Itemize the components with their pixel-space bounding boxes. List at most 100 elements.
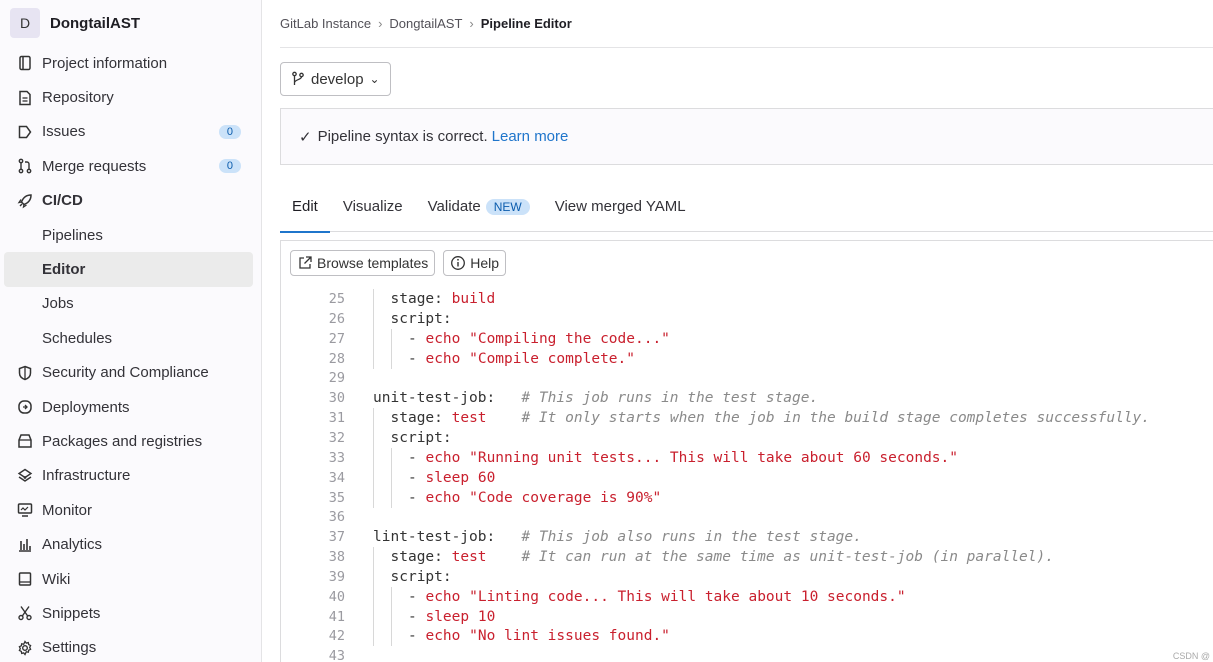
merge-request-icon [16, 157, 34, 175]
sidebar-item-merge-requests[interactable]: Merge requests 0 [0, 149, 261, 183]
line-number: 26 [328, 310, 345, 327]
code-value: echo "Compile complete." [425, 350, 635, 367]
code-key: stage: [390, 291, 452, 307]
code-key [487, 410, 522, 426]
sidebar-item-label: Issues [42, 123, 86, 141]
help-button[interactable]: Help [443, 249, 507, 276]
code-line: 29 [281, 368, 1213, 388]
sidebar-item-security[interactable]: Security and Compliance [0, 356, 261, 390]
indent-guide [373, 547, 374, 568]
learn-more-link[interactable]: Learn more [492, 128, 569, 145]
tab-edit[interactable]: Edit [280, 182, 330, 233]
line-number: 28 [328, 350, 345, 367]
sidebar-item-infrastructure[interactable]: Infrastructure [0, 459, 261, 493]
sidebar-item-label: Jobs [42, 295, 74, 313]
sidebar-item-wiki[interactable]: Wiki [0, 562, 261, 596]
code-text: - echo "Compile complete." [408, 349, 635, 369]
sidebar-item-snippets[interactable]: Snippets [0, 596, 261, 630]
line-number: 30 [328, 390, 345, 407]
code-text: stage: test # It can run at the same tim… [391, 547, 1054, 567]
line-number: 40 [328, 588, 345, 605]
sidebar-item-pipelines[interactable]: Pipelines [0, 218, 261, 252]
tab-visualize[interactable]: Visualize [343, 182, 403, 232]
sidebar-item-packages[interactable]: Packages and registries [0, 424, 261, 458]
indent-guide [390, 467, 392, 488]
code-key: - [408, 449, 426, 466]
indent-guide [390, 328, 392, 349]
sidebar-item-schedules[interactable]: Schedules [0, 321, 261, 355]
check-icon: ✓ [299, 128, 312, 146]
code-key: - [408, 588, 426, 605]
sidebar-item-monitor[interactable]: Monitor [0, 493, 261, 527]
sidebar-item-project-information[interactable]: Project information [0, 46, 261, 80]
sidebar-item-label: Packages and registries [42, 432, 203, 450]
sidebar-item-label: CI/CD [42, 192, 83, 210]
code-key: - [408, 330, 426, 347]
sidebar-item-analytics[interactable]: Analytics [0, 527, 261, 561]
sidebar-item-label: Infrastructure [42, 467, 131, 485]
breadcrumb-current[interactable]: Pipeline Editor [481, 16, 572, 31]
code-value: echo "Running unit tests... This will ta… [425, 449, 958, 466]
code-key: script: [390, 429, 452, 446]
deployments-icon [16, 398, 34, 416]
sidebar: D DongtailAST Project information Reposi… [0, 0, 262, 662]
indent-guide [390, 447, 392, 468]
chevron-right-icon: › [378, 16, 383, 31]
browse-templates-button[interactable]: Browse templates [290, 249, 436, 276]
line-number: 38 [328, 549, 345, 566]
status-text: Pipeline syntax is correct. [317, 128, 488, 145]
merge-requests-count-badge: 0 [218, 159, 241, 174]
sidebar-nav: Project information Repository Issues 0 … [0, 46, 261, 662]
code-line: 27 - echo "Compiling the code..." [281, 328, 1213, 349]
sidebar-item-jobs[interactable]: Jobs [0, 287, 261, 321]
branch-selector[interactable]: develop ⌄ [280, 62, 391, 96]
line-number: 33 [328, 449, 345, 466]
project-avatar[interactable]: D [10, 8, 40, 38]
project-header[interactable]: D DongtailAST [0, 0, 261, 46]
code-line: 31 stage: test # It only starts when the … [281, 408, 1213, 429]
indent-guide [373, 308, 374, 329]
indent-guide [373, 487, 374, 508]
sidebar-item-settings[interactable]: Settings [0, 631, 261, 662]
code-text: - sleep 10 [408, 607, 495, 627]
indent-guide [373, 626, 374, 647]
editor-toolbar: Browse templates Help [280, 240, 1213, 284]
sidebar-item-label: Schedules [42, 329, 113, 347]
code-text: - echo "Running unit tests... This will … [408, 448, 958, 468]
chevron-right-icon: › [469, 16, 474, 31]
breadcrumb-item[interactable]: GitLab Instance [280, 16, 371, 31]
tab-validate[interactable]: Validate NEW [428, 182, 530, 232]
code-line: 37 lint-test-job: # This job also runs in… [281, 527, 1213, 547]
indent-guide [390, 348, 392, 369]
sidebar-item-label: Analytics [42, 536, 103, 554]
code-line: 40 - echo "Linting code... This will take… [281, 586, 1213, 607]
breadcrumb: GitLab Instance › DongtailAST › Pipeline… [280, 0, 1213, 48]
line-number: 42 [328, 628, 345, 645]
indent-guide [373, 408, 374, 429]
code-value: echo "Code coverage is 90%" [425, 489, 662, 506]
code-key: stage: [390, 410, 452, 427]
code-comment: # It can run at the same time as unit-te… [521, 549, 1054, 566]
code-value: sleep 60 [425, 469, 496, 486]
code-line: 35 - echo "Code coverage is 90%" [281, 487, 1213, 508]
code-editor[interactable]: 25 stage: build 26 script: 27 - echo "Compili… [280, 284, 1213, 662]
sidebar-item-label: Repository [42, 89, 114, 107]
code-text: lint-test-job: # This job also runs in t… [373, 527, 862, 547]
project-name[interactable]: DongtailAST [50, 15, 140, 32]
code-value: test [451, 410, 487, 427]
sidebar-item-cicd[interactable]: CI/CD [0, 184, 261, 218]
code-key: script: [390, 310, 452, 327]
code-text: - echo "Linting code... This will take a… [408, 587, 906, 607]
sidebar-item-deployments[interactable]: Deployments [0, 390, 261, 424]
sidebar-item-repository[interactable]: Repository [0, 80, 261, 114]
code-text: - echo "Code coverage is 90%" [408, 488, 661, 508]
sidebar-item-editor[interactable]: Editor [4, 252, 253, 287]
tab-view-merged-yaml[interactable]: View merged YAML [555, 182, 686, 232]
issues-icon [16, 123, 34, 141]
main-content: GitLab Instance › DongtailAST › Pipeline… [280, 0, 1213, 662]
breadcrumb-item[interactable]: DongtailAST [389, 16, 462, 31]
code-key: stage: [390, 549, 452, 566]
sidebar-item-issues[interactable]: Issues 0 [0, 115, 261, 149]
document-icon [16, 89, 34, 107]
info-book-icon [16, 54, 34, 72]
